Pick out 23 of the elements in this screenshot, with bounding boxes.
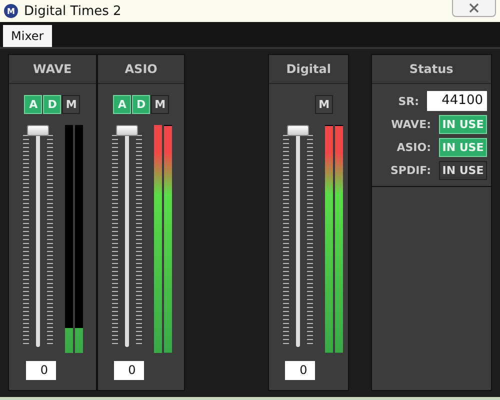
fader-thumb[interactable] (116, 125, 138, 136)
toggle-button[interactable]: M (62, 95, 80, 114)
in-use-indicator: IN USE (439, 161, 487, 180)
toggle-button[interactable]: M (315, 95, 334, 114)
sr-label: SR: (398, 94, 419, 108)
fader-thumb[interactable] (287, 125, 310, 136)
window-title: Digital Times 2 (24, 4, 122, 18)
app-icon: M (4, 4, 18, 18)
value-field[interactable]: 0 (285, 361, 316, 380)
status-label: WAVE: (391, 118, 431, 131)
in-use-indicator: IN USE (439, 138, 487, 157)
sample-rate-field[interactable]: 44100 (427, 91, 487, 111)
status-header: Status (372, 55, 491, 84)
in-use-indicator: IN USE (439, 115, 487, 134)
mixer-tab[interactable]: Mixer (3, 25, 52, 47)
close-button[interactable] (452, 0, 496, 17)
value-field[interactable]: 0 (114, 361, 144, 380)
close-icon (468, 3, 480, 13)
fader-thumb[interactable] (27, 125, 49, 136)
toggle-button[interactable]: M (151, 95, 170, 114)
status-label: SPDIF: (390, 164, 431, 177)
value-field[interactable]: 0 (26, 361, 56, 380)
status-label: ASIO: (396, 141, 431, 154)
